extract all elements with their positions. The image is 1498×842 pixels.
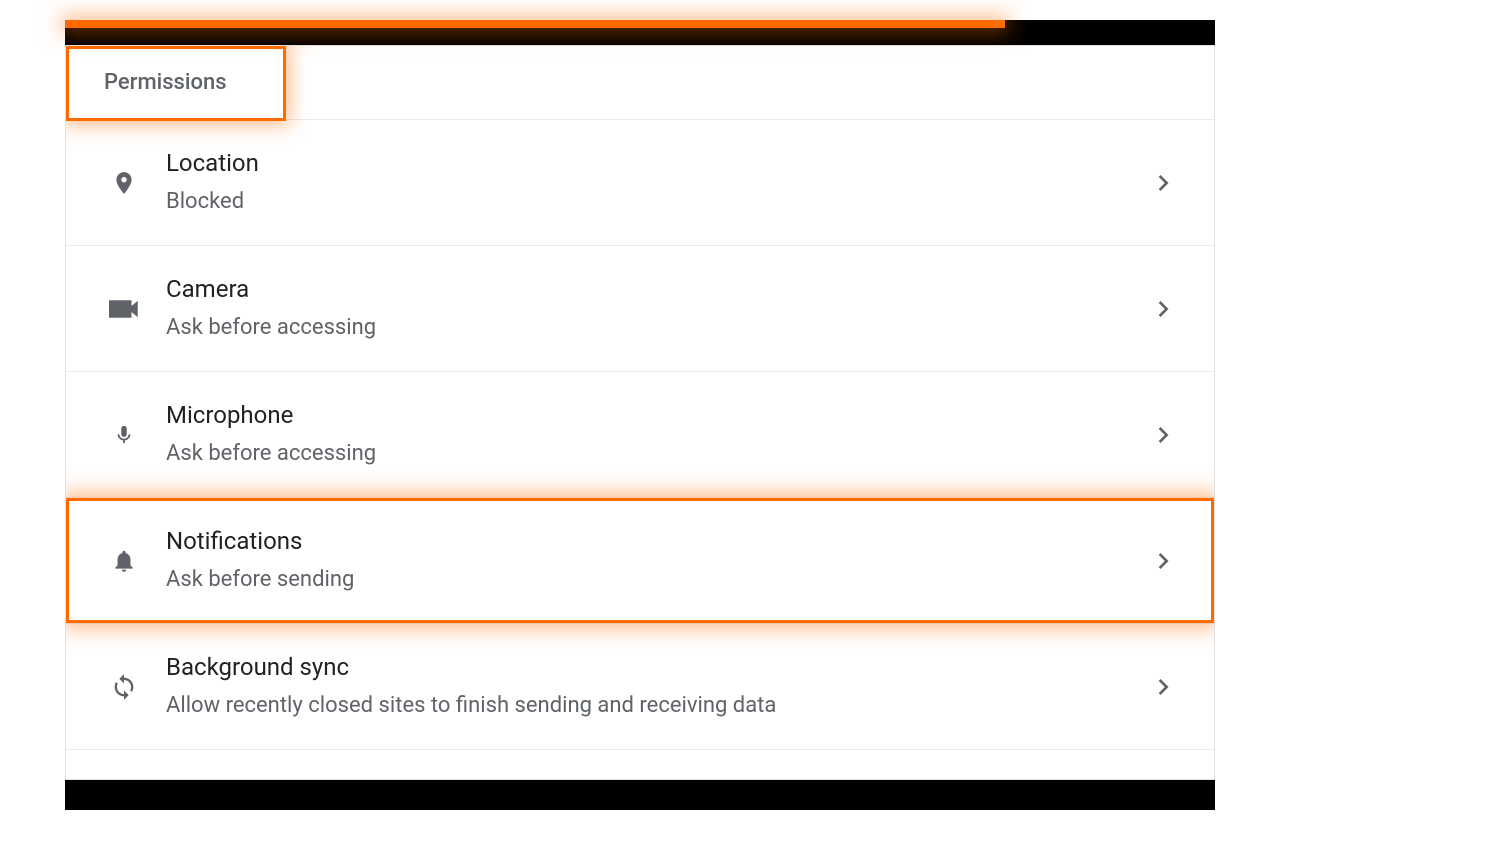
permission-text: Microphone Ask before accessing	[152, 399, 1144, 469]
permission-subtitle: Ask before accessing	[166, 313, 1144, 344]
permission-subtitle: Blocked	[166, 187, 1144, 218]
chevron-right-icon	[1144, 679, 1184, 695]
chevron-right-icon	[1144, 175, 1184, 191]
section-header: Permissions	[66, 46, 1214, 119]
permission-title: Microphone	[166, 399, 1144, 433]
permission-text: Notifications Ask before sending	[152, 525, 1144, 595]
section-title: Permissions	[104, 70, 227, 95]
permission-text: Location Blocked	[152, 147, 1144, 217]
permission-row-location[interactable]: Location Blocked	[66, 120, 1214, 246]
permission-row-notifications[interactable]: Notifications Ask before sending	[66, 498, 1214, 624]
permission-subtitle: Allow recently closed sites to finish se…	[166, 691, 1144, 722]
permission-title: Notifications	[166, 525, 1144, 559]
bell-icon	[96, 546, 152, 576]
permissions-panel: Permissions Location Blocked	[65, 45, 1215, 780]
permission-text: Camera Ask before accessing	[152, 273, 1144, 343]
permission-title: Camera	[166, 273, 1144, 307]
permission-list: Location Blocked Camera Ask before acces…	[66, 119, 1214, 750]
microphone-icon	[96, 420, 152, 450]
highlight-top-bar	[65, 20, 1005, 28]
camera-icon	[96, 299, 152, 319]
permission-text: Background sync Allow recently closed si…	[152, 651, 1144, 721]
permission-title: Location	[166, 147, 1144, 181]
chevron-right-icon	[1144, 427, 1184, 443]
chevron-right-icon	[1144, 553, 1184, 569]
permission-row-camera[interactable]: Camera Ask before accessing	[66, 246, 1214, 372]
sync-icon	[96, 673, 152, 701]
permission-row-microphone[interactable]: Microphone Ask before accessing	[66, 372, 1214, 498]
permission-subtitle: Ask before accessing	[166, 439, 1144, 470]
chevron-right-icon	[1144, 301, 1184, 317]
permission-title: Background sync	[166, 651, 1144, 685]
permission-subtitle: Ask before sending	[166, 565, 1144, 596]
permission-row-background-sync[interactable]: Background sync Allow recently closed si…	[66, 624, 1214, 750]
location-icon	[96, 166, 152, 200]
